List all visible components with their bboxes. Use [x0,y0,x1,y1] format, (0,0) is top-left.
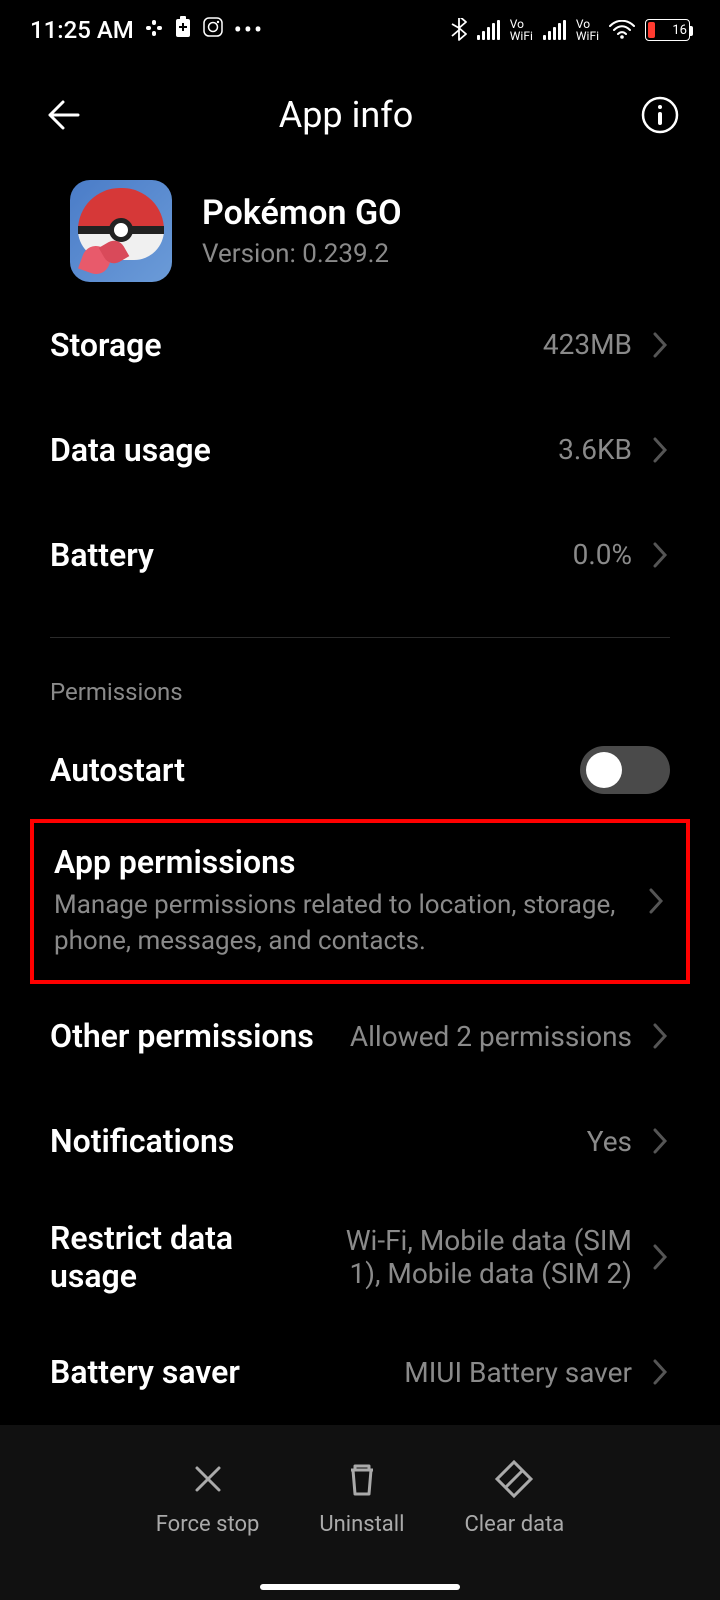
other-permissions-value: Allowed 2 permissions [350,1020,632,1053]
status-time: 11:25 AM [30,16,134,44]
battery-plus-icon [174,16,192,44]
home-indicator[interactable] [260,1584,460,1590]
autostart-row[interactable]: Autostart [50,714,670,819]
app-header: Pokémon GO Version: 0.239.2 [0,170,720,292]
storage-label: Storage [50,326,543,364]
uninstall-label: Uninstall [319,1512,404,1537]
other-permissions-label: Other permissions [50,1017,350,1055]
force-stop-label: Force stop [156,1512,260,1537]
info-button[interactable] [640,95,680,135]
autostart-label: Autostart [50,751,580,789]
force-stop-button[interactable]: Force stop [156,1458,260,1537]
chevron-right-icon [650,435,670,465]
bluetooth-icon [451,18,467,42]
chevron-right-icon [650,1242,670,1272]
app-permissions-desc: Manage permissions related to location, … [54,887,628,960]
signal-2-icon [543,20,566,40]
battery-saver-value: MIUI Battery saver [404,1356,632,1389]
chevron-right-icon [650,1357,670,1387]
signal-1-icon [477,20,500,40]
status-bar: 11:25 AM ••• VoWiFi VoWiFi 16 [0,0,720,60]
app-version: Version: 0.239.2 [202,239,402,269]
battery-value: 0.0% [573,538,632,571]
slack-icon [144,16,164,44]
battery-icon: 16 [645,19,690,41]
battery-row[interactable]: Battery 0.0% [50,502,670,607]
autostart-toggle[interactable] [580,746,670,794]
chevron-right-icon [646,886,666,916]
chevron-right-icon [650,1126,670,1156]
divider [50,637,670,638]
app-permissions-row[interactable]: App permissions Manage permissions relat… [30,819,690,984]
restrict-data-label: Restrict data usage [50,1219,312,1295]
eraser-icon [493,1458,535,1504]
storage-row[interactable]: Storage 423MB [50,292,670,397]
bottom-bar: Force stop Uninstall Clear data [0,1425,720,1600]
other-permissions-row[interactable]: Other permissions Allowed 2 permissions [50,984,670,1089]
vowifi-2-icon: VoWiFi [576,18,599,42]
instagram-icon [202,16,224,44]
notifications-label: Notifications [50,1122,587,1160]
battery-percent: 16 [672,23,687,38]
clear-data-button[interactable]: Clear data [464,1458,564,1537]
data-usage-row[interactable]: Data usage 3.6KB [50,397,670,502]
clear-data-label: Clear data [464,1512,564,1537]
uninstall-button[interactable]: Uninstall [319,1458,404,1537]
storage-value: 423MB [543,328,632,361]
battery-label: Battery [50,536,573,574]
vowifi-1-icon: VoWiFi [510,18,533,42]
data-usage-label: Data usage [50,431,558,469]
wifi-icon [609,20,635,40]
app-permissions-label: App permissions [54,843,628,881]
data-usage-value: 3.6KB [558,433,632,466]
app-name: Pokémon GO [202,193,402,233]
chevron-right-icon [650,540,670,570]
notifications-value: Yes [587,1125,632,1158]
header: App info [0,60,720,170]
restrict-data-value: Wi-Fi, Mobile data (SIM 1), Mobile data … [312,1224,632,1290]
permissions-section-title: Permissions [50,648,670,714]
notifications-row[interactable]: Notifications Yes [50,1089,670,1194]
app-icon [70,180,172,282]
chevron-right-icon [650,1021,670,1051]
restrict-data-row[interactable]: Restrict data usage Wi-Fi, Mobile data (… [50,1194,670,1320]
close-icon [187,1458,229,1504]
battery-saver-row[interactable]: Battery saver MIUI Battery saver [50,1320,670,1425]
chevron-right-icon [650,330,670,360]
more-dots-icon: ••• [234,16,264,44]
battery-saver-label: Battery saver [50,1353,404,1391]
page-title: App info [64,94,628,136]
trash-icon [341,1458,383,1504]
